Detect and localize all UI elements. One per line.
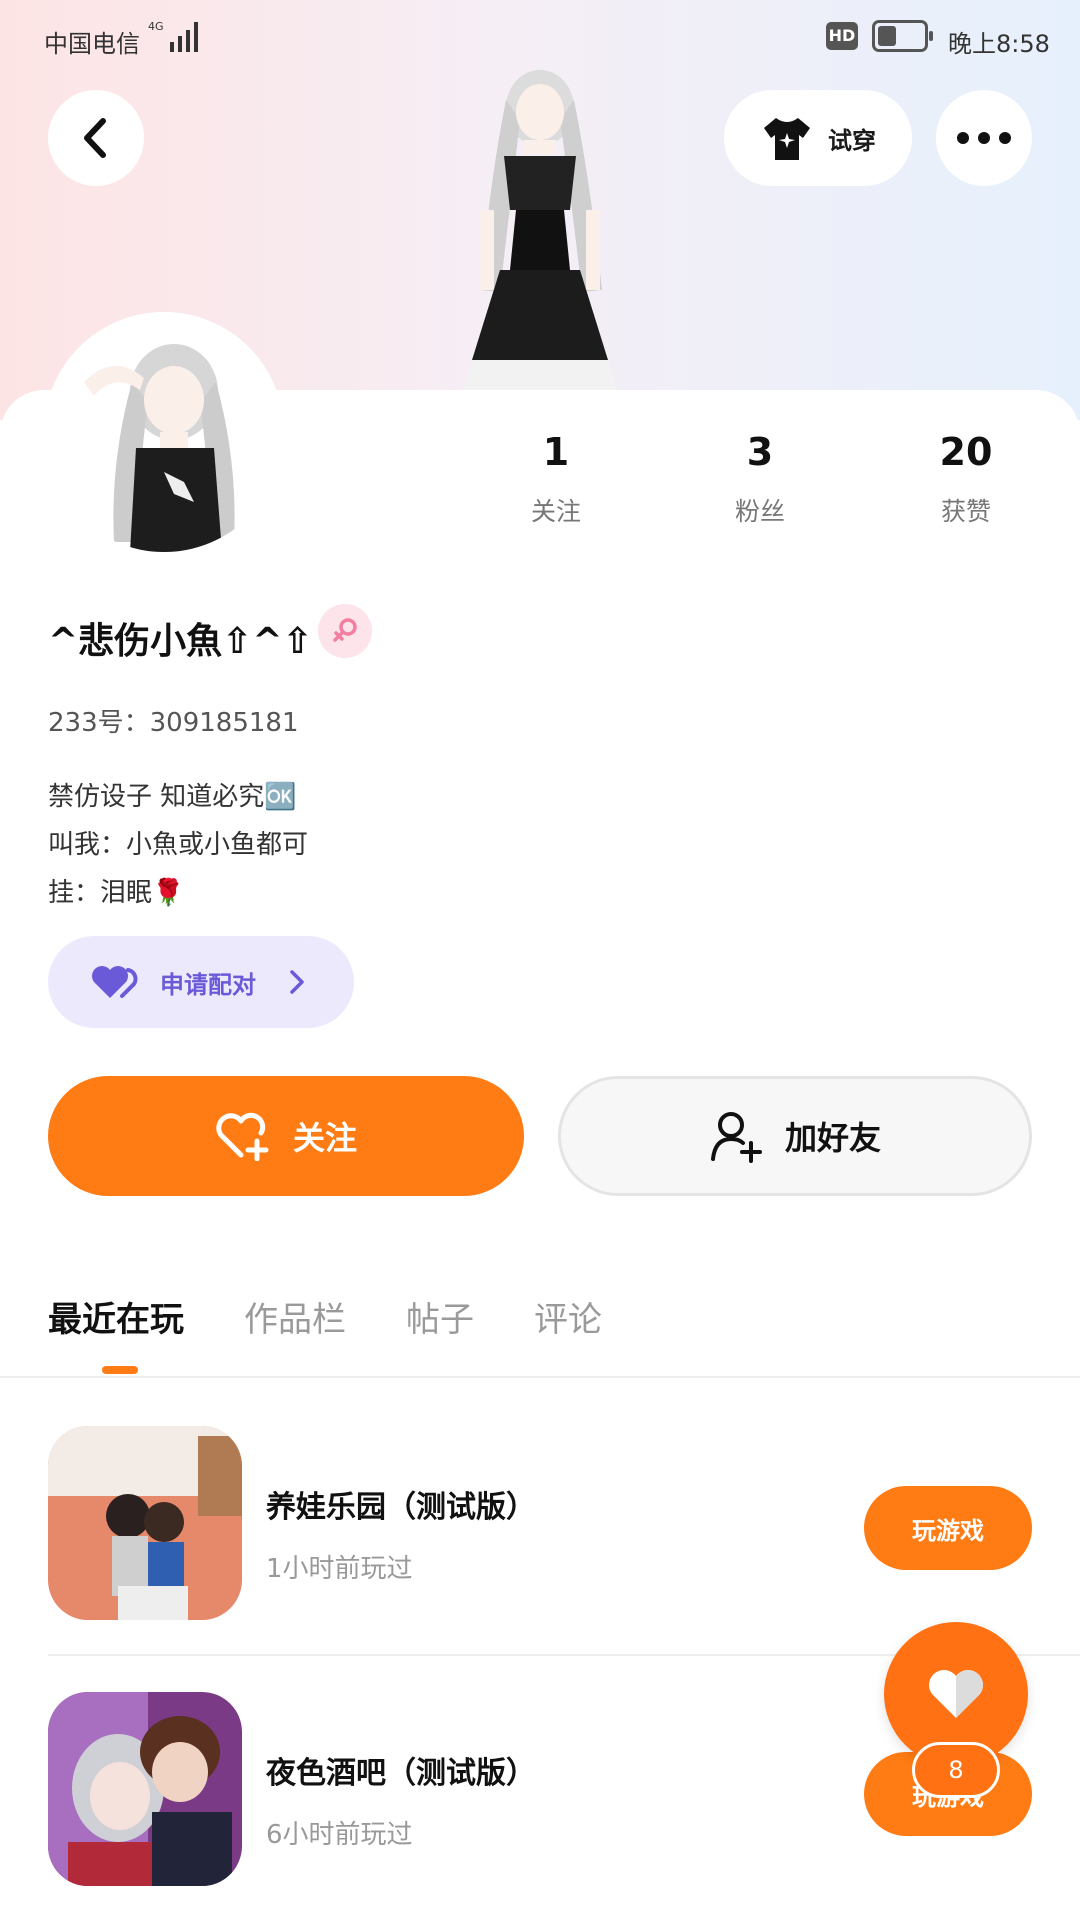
follow-label: 关注 [292, 1119, 357, 1157]
likes-label: 获赞 [940, 497, 991, 526]
stat-likes: 20 获赞 [896, 430, 1036, 528]
hd-badge: HD [826, 22, 858, 50]
try-on-button[interactable]: 试穿 [724, 90, 912, 186]
like-count-badge: 8 [912, 1742, 1000, 1798]
user-id[interactable]: 233号：309185181 [48, 702, 299, 739]
list-item[interactable]: 养娃乐园（测试版） 1小时前玩过 玩游戏 [48, 1426, 1032, 1620]
request-pair-button[interactable]: 申请配对 [48, 936, 354, 1028]
tab-works[interactable]: 作品栏 [244, 1292, 346, 1341]
chevron-right-icon [290, 970, 304, 994]
heart-plus-icon [216, 1112, 269, 1161]
stat-fans[interactable]: 3 粉丝 [690, 430, 830, 528]
battery-icon [872, 20, 933, 52]
game-played-time: 1小时前玩过 [266, 1554, 413, 1584]
fans-count: 3 [746, 430, 774, 474]
carrier-text: 中国电信 [44, 30, 140, 58]
back-button[interactable] [48, 90, 144, 186]
clock-text: 晚上8:58 [948, 30, 1050, 58]
tshirt-icon [764, 118, 810, 160]
hero-character-model [464, 70, 616, 390]
bio-line: 挂：泪眠🌹 [48, 878, 185, 908]
play-game-button[interactable]: 玩游戏 [864, 1486, 1032, 1570]
heart-icon [929, 1670, 983, 1718]
female-symbol-icon [333, 618, 357, 642]
fans-label: 粉丝 [734, 497, 785, 526]
tab-comments[interactable]: 评论 [534, 1292, 602, 1341]
tab-posts[interactable]: 帖子 [406, 1292, 474, 1341]
gender-badge [318, 604, 372, 658]
active-tab-indicator [102, 1366, 138, 1374]
game-thumbnail [48, 1426, 242, 1620]
more-options-button[interactable] [936, 90, 1032, 186]
game-thumbnail [48, 1692, 242, 1886]
divider [0, 1376, 1080, 1378]
game-played-time: 6小时前玩过 [266, 1820, 413, 1850]
likes-count: 20 [939, 430, 993, 474]
add-friend-label: 加好友 [784, 1119, 881, 1157]
try-on-label: 试穿 [828, 126, 876, 155]
bio-line: 禁仿设子 知道必究🆗 [48, 782, 297, 812]
game-title: 夜色酒吧（测试版） [266, 1756, 536, 1791]
add-user-icon [710, 1112, 762, 1163]
signal-icon: 4G [148, 20, 198, 52]
avatar[interactable] [44, 312, 284, 552]
network-type: 4G [148, 20, 164, 33]
following-label: 关注 [530, 497, 581, 526]
add-friend-button[interactable]: 加好友 [558, 1076, 1032, 1196]
bio-line: 叫我：小魚或小鱼都可 [48, 830, 309, 860]
follow-button[interactable]: 关注 [48, 1076, 524, 1196]
game-title: 养娃乐园（测试版） [266, 1490, 536, 1525]
avatar-image [44, 312, 284, 552]
more-dots-icon [957, 132, 1011, 144]
following-count: 1 [542, 430, 570, 474]
tab-recent[interactable]: 最近在玩 [48, 1292, 184, 1341]
status-bar: 中国电信 4G HD 晚上8:58 [0, 0, 1080, 80]
list-item[interactable]: 夜色酒吧（测试版） 6小时前玩过 玩游戏 [48, 1692, 1032, 1886]
content-tabs: 最近在玩 作品栏 帖子 评论 [48, 1292, 662, 1341]
stat-following[interactable]: 1 关注 [486, 430, 626, 528]
heart-pair-icon [92, 966, 138, 998]
chevron-left-icon [84, 118, 106, 158]
user-name: ^悲伤小魚⇧^⇧ [48, 621, 313, 662]
request-pair-label: 申请配对 [160, 970, 256, 999]
